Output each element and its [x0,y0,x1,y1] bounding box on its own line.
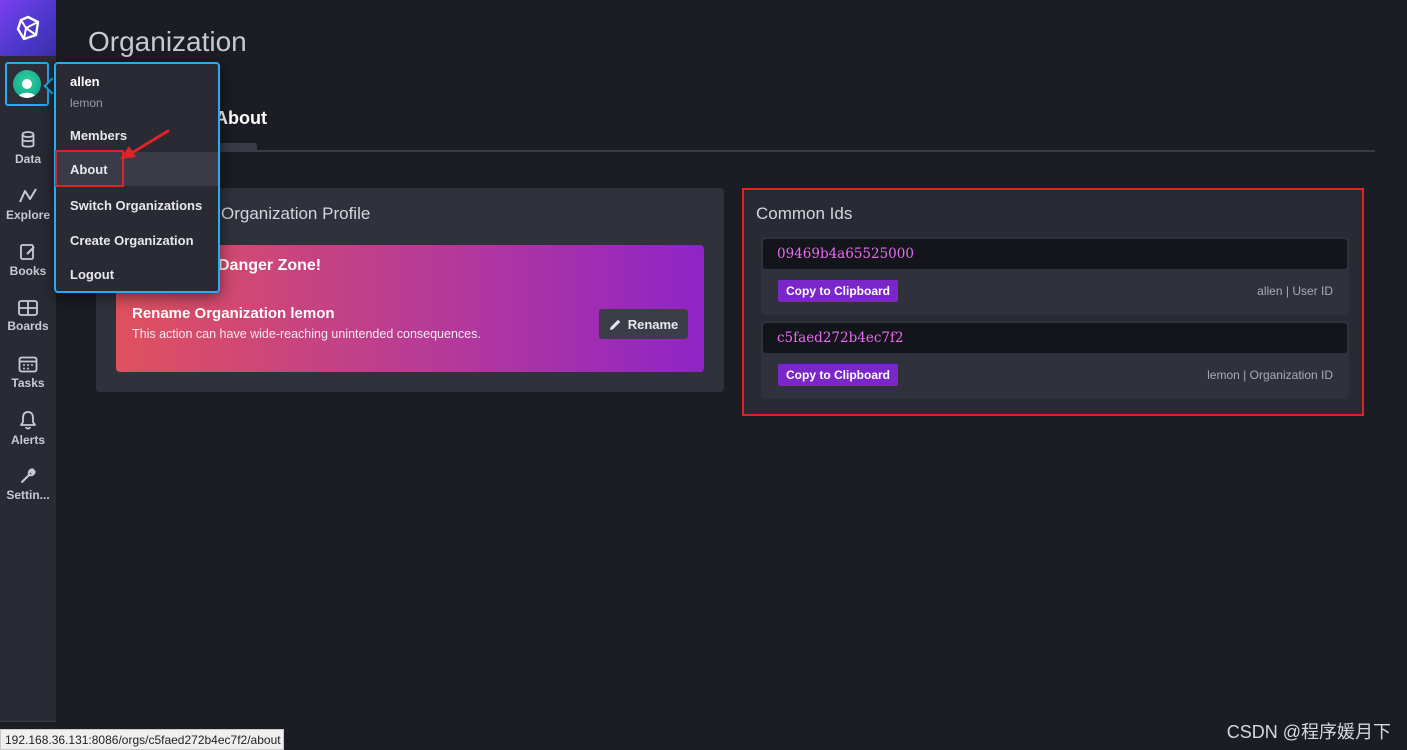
rename-button-label: Rename [627,316,679,332]
organization-id-value[interactable]: c5faed272b4ec7f2 [763,323,1347,353]
sidebar-item-tasks[interactable]: Tasks [0,346,56,398]
user-id-value[interactable]: 09469b4a65525000 [763,239,1347,269]
menu-item-switch-organizations[interactable]: Switch Organizations [56,188,218,222]
panel-title: Organization Profile [221,204,371,223]
pencil-icon [609,319,620,330]
tab-about[interactable]: About [215,108,267,129]
sidebar-item-alerts[interactable]: Alerts [0,402,56,454]
id-card-user: 09469b4a65525000 Copy to Clipboard allen… [761,237,1349,315]
graph-icon [19,187,37,202]
app-logo[interactable] [0,0,56,56]
user-avatar-button[interactable] [5,62,49,106]
influx-logo-icon [16,15,40,41]
copy-user-id-button[interactable]: Copy to Clipboard [778,280,898,302]
menu-org-name: lemon [70,96,103,110]
avatar [13,70,41,98]
sidebar-item-label: Explore [5,207,50,222]
rename-title: Rename Organization lemon [132,305,335,322]
sidebar-item-books[interactable]: Books [0,234,56,286]
calendar-icon [18,356,38,372]
dashboard-icon [18,299,38,316]
sidebar-item-label: Boards [7,318,49,333]
rename-button[interactable]: Rename [599,309,688,339]
copy-organization-id-button[interactable]: Copy to Clipboard [778,364,898,386]
sidebar-item-settings[interactable]: Settin... [0,458,56,510]
sidebar-item-data[interactable]: Data [0,122,56,174]
id-kind: User ID [1292,284,1333,298]
tab-label: About [215,108,267,128]
wrench-icon [21,467,36,483]
sidebar-item-boards[interactable]: Boards [0,290,56,342]
sidebar-item-explore[interactable]: Explore [0,178,56,230]
danger-zone-heading: Danger Zone! [218,257,322,274]
sidebar-item-label: Alerts [10,432,45,447]
id-caption: allen | User ID [1257,284,1333,298]
notebook-icon [20,243,35,260]
sidebar-item-label: Books [9,263,47,278]
page-title: Organization [88,26,247,57]
id-kind: Organization ID [1249,368,1333,382]
about-highlight-box [55,150,124,187]
panel-title: Common Ids [756,204,853,223]
id-caption: lemon | Organization ID [1207,368,1333,382]
id-card-organization: c5faed272b4ec7f2 Copy to Clipboard lemon… [761,321,1349,399]
id-owner: lemon [1207,368,1240,382]
menu-username: allen [70,74,100,89]
id-owner: allen [1257,284,1283,298]
rename-description: This action can have wide-reaching unint… [132,327,481,341]
status-bar-url: 192.168.36.131:8086/orgs/c5faed272b4ec7f… [0,729,284,750]
sidebar: Data Explore Books Boards Tasks Alerts S… [0,0,56,722]
watermark: CSDN @程序媛月下 [1226,722,1391,742]
menu-item-create-organization[interactable]: Create Organization [56,223,218,257]
menu-item-logout[interactable]: Logout [56,257,218,291]
sidebar-item-label: Tasks [11,375,45,390]
database-icon [21,130,35,148]
tab-divider [88,150,1375,152]
user-icon [18,79,36,98]
annotation-arrow-icon [120,129,170,159]
sidebar-item-label: Data [14,151,41,166]
sidebar-item-label: Settin... [6,487,50,502]
bell-icon [20,410,36,429]
common-ids-panel: Common Ids 09469b4a65525000 Copy to Clip… [742,188,1364,416]
